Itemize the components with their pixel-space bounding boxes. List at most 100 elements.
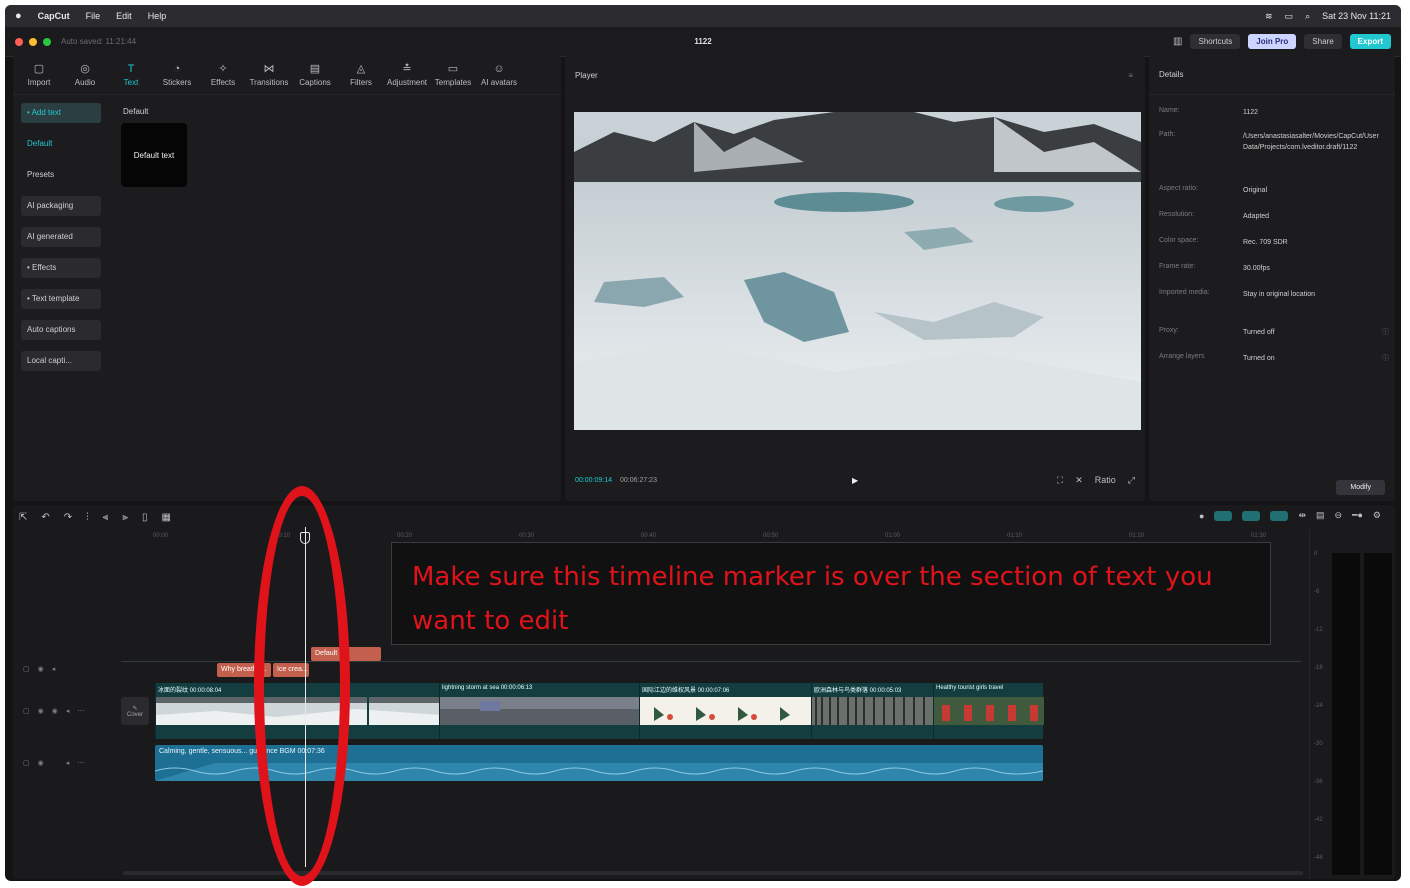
track-lock-icon[interactable]: ▢ xyxy=(23,707,30,715)
tool-ai-avatars[interactable]: ☺ AI avatars xyxy=(479,63,519,87)
split-left-icon[interactable]: ⫷ xyxy=(103,512,109,523)
video-clip[interactable]: 欧洲森林与鸟类群落 00:00:05:03 xyxy=(811,683,934,739)
video-clip[interactable]: 国际江边的维权风景 00:00:07:06 xyxy=(639,683,812,739)
close-window-button[interactable] xyxy=(15,37,23,46)
expand-icon[interactable]: ⤢ xyxy=(1128,475,1135,486)
nav-text-template[interactable]: • Text template xyxy=(21,289,101,309)
clip-label: 欧洲森林与鸟类群落 00:00:05:03 xyxy=(814,688,902,694)
crop-icon[interactable]: ✕ xyxy=(1075,475,1083,486)
clock[interactable]: Sat 23 Nov 11:21 xyxy=(1322,11,1391,21)
nav-ai-packaging[interactable]: AI packaging xyxy=(21,196,101,216)
menu-icon[interactable]: ≡ xyxy=(1128,71,1133,80)
marker-icon[interactable]: ▦ xyxy=(161,512,170,523)
menu-help[interactable]: Help xyxy=(148,11,167,21)
tool-stickers[interactable]: ◔ Stickers xyxy=(157,63,197,87)
search-icon[interactable]: ⌕ xyxy=(1305,11,1310,22)
detail-value: Adapted xyxy=(1243,213,1270,220)
default-text-tile[interactable]: Default text xyxy=(121,123,187,187)
tool-audio[interactable]: ◎ Audio xyxy=(65,62,105,87)
modify-button[interactable]: Modify xyxy=(1336,480,1385,495)
delete-icon[interactable]: ▯ xyxy=(142,512,148,523)
layout-icon[interactable]: ▥ xyxy=(1173,36,1182,47)
redo-icon[interactable]: ↷ xyxy=(64,512,72,523)
ratio-button[interactable]: Ratio xyxy=(1095,475,1116,486)
export-button[interactable]: Export xyxy=(1349,34,1391,49)
detail-value: Turned off xyxy=(1243,329,1275,336)
ruler-tick: 01:30 xyxy=(1251,533,1267,539)
detail-row: Imported media: Stay in original location xyxy=(1159,289,1389,300)
nav-presets[interactable]: Presets xyxy=(21,165,101,185)
ruler-tick: 01:20 xyxy=(1129,533,1145,539)
tool-captions[interactable]: ▤ Captions xyxy=(295,62,335,87)
magnet-toggle[interactable] xyxy=(1214,510,1233,521)
track-more-icon[interactable]: ⋯ xyxy=(77,707,84,715)
menu-file[interactable]: File xyxy=(86,11,101,21)
video-preview[interactable] xyxy=(574,112,1141,430)
apple-icon[interactable]: ● xyxy=(15,10,22,22)
link-toggle[interactable] xyxy=(1242,510,1261,521)
mac-menubar: ● CapCut File Edit Help ≋ ▭ ⌕ Sat 23 Nov… xyxy=(5,5,1401,27)
detail-row: Color space: Rec. 709 SDR xyxy=(1159,237,1389,248)
wifi-icon[interactable]: ≋ xyxy=(1265,11,1273,22)
tool-text[interactable]: T Text xyxy=(111,63,151,87)
fullscreen-icon[interactable]: ⛶ xyxy=(1057,475,1063,486)
video-clip[interactable]: lightning storm at sea 00:00:06:13 xyxy=(439,683,640,739)
nav-add-text[interactable]: • Add text xyxy=(21,103,101,123)
minimize-window-button[interactable] xyxy=(29,37,37,46)
menu-app-name[interactable]: CapCut xyxy=(38,11,70,21)
track-lock-icon[interactable]: ▢ xyxy=(23,759,30,767)
cover-button[interactable]: ✎ Cover xyxy=(121,697,149,725)
share-button[interactable]: Share xyxy=(1304,34,1342,49)
info-icon[interactable]: ⓘ xyxy=(1382,353,1389,364)
zoom-window-button[interactable] xyxy=(43,37,51,46)
play-icon[interactable]: ▶ xyxy=(852,476,858,485)
info-icon[interactable]: ⓘ xyxy=(1382,327,1389,338)
tool-filters[interactable]: ◬ Filters xyxy=(341,62,381,87)
track-visible-icon[interactable]: ◉ xyxy=(38,707,44,715)
tool-templates[interactable]: ▭ Templates xyxy=(433,62,473,87)
settings-icon[interactable]: ⚙ xyxy=(1373,510,1381,521)
shortcuts-button[interactable]: Shortcuts xyxy=(1190,34,1241,49)
track-hide-icon[interactable]: ◉ xyxy=(52,707,58,715)
preview-toggle[interactable] xyxy=(1270,510,1289,521)
zoom-slider[interactable]: ━● xyxy=(1352,510,1363,521)
detail-key: Resolution: xyxy=(1159,211,1195,218)
join-pro-button[interactable]: Join Pro xyxy=(1248,34,1297,49)
detail-row: Aspect ratio: Original xyxy=(1159,185,1389,196)
track-lock-icon[interactable]: ▢ xyxy=(23,665,30,673)
split-audio-icon[interactable]: ⇹ xyxy=(1298,510,1306,521)
split-right-icon[interactable]: ⫸ xyxy=(122,512,128,523)
video-clip[interactable]: Healthy tourist girls travel xyxy=(933,683,1044,739)
menu-edit[interactable]: Edit xyxy=(116,11,132,21)
detail-row[interactable]: Proxy: Turned off ⓘ xyxy=(1159,327,1389,338)
mic-icon[interactable]: ● xyxy=(1199,511,1204,521)
track-visible-icon[interactable]: ◉ xyxy=(38,665,44,673)
meter-label: -42 xyxy=(1314,817,1323,823)
track-audio-icon[interactable]: ◂ xyxy=(66,759,70,767)
app-window: ● CapCut File Edit Help ≋ ▭ ⌕ Sat 23 Nov… xyxy=(5,5,1401,881)
select-tool-icon[interactable]: ⇱ xyxy=(19,512,27,523)
track-visible-icon[interactable]: ◉ xyxy=(38,759,44,767)
battery-icon[interactable]: ▭ xyxy=(1285,11,1294,22)
tool-import[interactable]: ▢ Import xyxy=(19,62,59,87)
nav-local-captions[interactable]: Local capti... xyxy=(21,351,101,371)
nav-ai-generated[interactable]: AI generated xyxy=(21,227,101,247)
section-heading: Default xyxy=(123,107,149,116)
zoom-out-icon[interactable]: ⊖ xyxy=(1335,510,1343,521)
track-more-icon[interactable]: ⋯ xyxy=(77,759,84,767)
nav-default[interactable]: Default xyxy=(21,134,101,154)
track-audio-icon[interactable]: ◂ xyxy=(52,665,56,673)
split-icon[interactable]: ⫶ xyxy=(86,512,89,523)
tool-transitions[interactable]: ⋈ Transitions xyxy=(249,62,289,87)
ruler-tick: 00:20 xyxy=(397,533,413,539)
detail-row[interactable]: Arrange layers Turned on ⓘ xyxy=(1159,353,1389,364)
caption-icon[interactable]: ▤ xyxy=(1316,510,1325,521)
detail-row: Frame rate: 30.00fps xyxy=(1159,263,1389,274)
tool-effects[interactable]: ✧ Effects xyxy=(203,62,243,87)
tool-adjustment[interactable]: ≛ Adjustment xyxy=(387,62,427,87)
track-audio-icon[interactable]: ◂ xyxy=(66,707,70,715)
ruler-tick: 00:30 xyxy=(519,533,535,539)
nav-effects[interactable]: • Effects xyxy=(21,258,101,278)
undo-icon[interactable]: ↶ xyxy=(41,512,49,523)
nav-auto-captions[interactable]: Auto captions xyxy=(21,320,101,340)
